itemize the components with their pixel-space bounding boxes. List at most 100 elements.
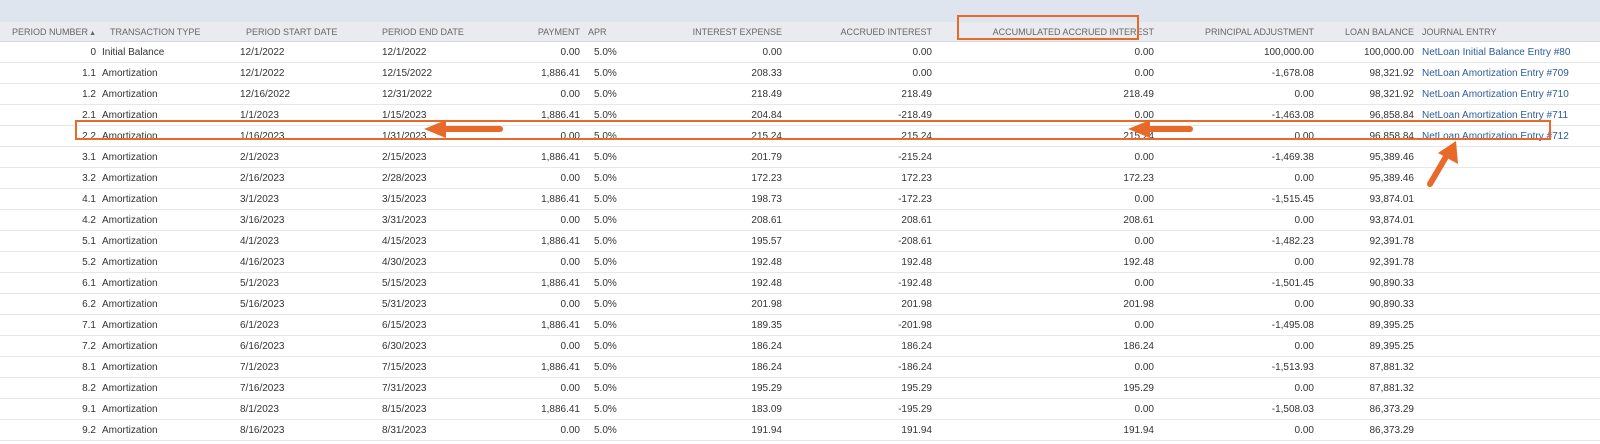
cell-loan-balance: 90,890.33 <box>1318 293 1418 315</box>
cell-interest-expense: 0.00 <box>634 41 786 63</box>
column-header-period-start-date[interactable]: PERIOD START DATE <box>240 22 378 42</box>
cell-principal-adjustment: -1,463.08 <box>1158 104 1318 126</box>
cell-transaction-type: Amortization <box>100 104 240 126</box>
journal-entry-link[interactable]: NetLoan Initial Balance Entry #80 <box>1418 41 1600 63</box>
cell-period-end-date: 8/15/2023 <box>378 398 498 420</box>
cell-payment: 1,886.41 <box>498 104 584 126</box>
cell-accrued-interest: 0.00 <box>786 41 936 63</box>
column-header-apr[interactable]: APR <box>584 22 634 42</box>
cell-principal-adjustment: 100,000.00 <box>1158 41 1318 63</box>
cell-accrued-interest: 195.29 <box>786 377 936 399</box>
cell-loan-balance: 100,000.00 <box>1318 41 1418 63</box>
table-row[interactable]: 7.1 Amortization 6/1/2023 6/15/2023 1,886.41… <box>0 314 1600 336</box>
table-row[interactable]: 4.2 Amortization 3/16/2023 3/31/2023 0.00 5.0… <box>0 209 1600 231</box>
cell-period-end-date: 8/31/2023 <box>378 419 498 441</box>
table-row[interactable]: 8.2 Amortization 7/16/2023 7/31/2023 0.00 5.0… <box>0 377 1600 399</box>
column-header-interest-expense[interactable]: INTEREST EXPENSE <box>634 22 786 42</box>
column-header-payment[interactable]: PAYMENT <box>498 22 584 42</box>
journal-entry-link[interactable]: NetLoan Amortization Entry #712 <box>1418 125 1600 147</box>
cell-accrued-interest: -186.24 <box>786 356 936 378</box>
cell-period-number: 6.1 <box>0 272 100 294</box>
table-row[interactable]: 2.1 Amortization 1/1/2023 1/15/2023 1,886.41… <box>0 104 1600 126</box>
cell-interest-expense: 198.73 <box>634 188 786 210</box>
cell-period-end-date: 7/31/2023 <box>378 377 498 399</box>
column-header-period-number[interactable]: PERIOD NUMBER▲ <box>0 22 100 42</box>
cell-transaction-type: Amortization <box>100 146 240 168</box>
table-row[interactable]: 7.2 Amortization 6/16/2023 6/30/2023 0.00 5.0… <box>0 335 1600 357</box>
cell-principal-adjustment: 0.00 <box>1158 335 1318 357</box>
table-row[interactable]: 6.1 Amortization 5/1/2023 5/15/2023 1,886.41… <box>0 272 1600 294</box>
journal-entry-link <box>1418 230 1600 252</box>
cell-accumulated-accrued-interest: 0.00 <box>936 230 1158 252</box>
table-row[interactable]: 1.1 Amortization 12/1/2022 12/15/2022 1,886.… <box>0 62 1600 84</box>
cell-accrued-interest: 192.48 <box>786 251 936 273</box>
cell-transaction-type: Amortization <box>100 314 240 336</box>
cell-apr: 5.0% <box>584 104 634 126</box>
cell-transaction-type: Amortization <box>100 83 240 105</box>
journal-entry-link <box>1418 293 1600 315</box>
table-row[interactable]: 9.2 Amortization 8/16/2023 8/31/2023 0.00 5.0… <box>0 419 1600 441</box>
sort-ascending-icon[interactable]: ▲ <box>89 30 96 37</box>
cell-period-end-date: 4/15/2023 <box>378 230 498 252</box>
journal-entry-link <box>1418 377 1600 399</box>
journal-entry-link <box>1418 146 1600 168</box>
table-row[interactable]: 0 Initial Balance 12/1/2022 12/1/2022 0.00 5.… <box>0 41 1600 63</box>
table-row[interactable]: 3.1 Amortization 2/1/2023 2/15/2023 1,886.41… <box>0 146 1600 168</box>
cell-principal-adjustment: -1,482.23 <box>1158 230 1318 252</box>
cell-transaction-type: Amortization <box>100 62 240 84</box>
cell-period-start-date: 12/1/2022 <box>240 62 378 84</box>
cell-period-end-date: 12/1/2022 <box>378 41 498 63</box>
column-header-period-end-date[interactable]: PERIOD END DATE <box>378 22 498 42</box>
cell-period-number: 9.1 <box>0 398 100 420</box>
cell-period-end-date: 5/15/2023 <box>378 272 498 294</box>
cell-accumulated-accrued-interest: 0.00 <box>936 272 1158 294</box>
column-header-journal-entry[interactable]: JOURNAL ENTRY <box>1418 22 1600 42</box>
journal-entry-link[interactable]: NetLoan Amortization Entry #710 <box>1418 83 1600 105</box>
cell-accrued-interest: -201.98 <box>786 314 936 336</box>
cell-period-number: 5.1 <box>0 230 100 252</box>
cell-apr: 5.0% <box>584 419 634 441</box>
column-header-principal-adjustment[interactable]: PRINCIPAL ADJUSTMENT <box>1158 22 1318 42</box>
cell-accrued-interest: -195.29 <box>786 398 936 420</box>
cell-payment: 0.00 <box>498 83 584 105</box>
cell-apr: 5.0% <box>584 335 634 357</box>
cell-principal-adjustment: -1,501.45 <box>1158 272 1318 294</box>
table-row[interactable]: 3.2 Amortization 2/16/2023 2/28/2023 0.00 5.0… <box>0 167 1600 189</box>
cell-period-start-date: 8/1/2023 <box>240 398 378 420</box>
column-header-loan-balance[interactable]: LOAN BALANCE <box>1318 22 1418 42</box>
cell-payment: 1,886.41 <box>498 314 584 336</box>
column-header-accrued-interest[interactable]: ACCRUED INTEREST <box>786 22 936 42</box>
cell-transaction-type: Amortization <box>100 293 240 315</box>
cell-loan-balance: 89,395.25 <box>1318 314 1418 336</box>
cell-interest-expense: 218.49 <box>634 83 786 105</box>
table-row[interactable]: 6.2 Amortization 5/16/2023 5/31/2023 0.00 5.0… <box>0 293 1600 315</box>
table-row[interactable]: 4.1 Amortization 3/1/2023 3/15/2023 1,886.41… <box>0 188 1600 210</box>
journal-entry-link[interactable]: NetLoan Amortization Entry #709 <box>1418 62 1600 84</box>
cell-period-start-date: 4/16/2023 <box>240 251 378 273</box>
cell-accrued-interest: -215.24 <box>786 146 936 168</box>
cell-payment: 0.00 <box>498 419 584 441</box>
cell-payment: 0.00 <box>498 335 584 357</box>
cell-period-number: 2.2 <box>0 125 100 147</box>
cell-period-number: 7.2 <box>0 335 100 357</box>
table-row[interactable]: 5.1 Amortization 4/1/2023 4/15/2023 1,886.41… <box>0 230 1600 252</box>
cell-apr: 5.0% <box>584 83 634 105</box>
table-row[interactable]: 5.2 Amortization 4/16/2023 4/30/2023 0.00 5.0… <box>0 251 1600 273</box>
table-row[interactable]: 2.2 Amortization 1/16/2023 1/31/2023 0.00 5.0… <box>0 125 1600 147</box>
cell-accrued-interest: 201.98 <box>786 293 936 315</box>
table-row[interactable]: 8.1 Amortization 7/1/2023 7/15/2023 1,886.41… <box>0 356 1600 378</box>
column-header-transaction-type[interactable]: TRANSACTION TYPE <box>100 22 240 42</box>
cell-loan-balance: 98,321.92 <box>1318 83 1418 105</box>
cell-principal-adjustment: 0.00 <box>1158 209 1318 231</box>
cell-period-start-date: 1/16/2023 <box>240 125 378 147</box>
cell-period-start-date: 2/1/2023 <box>240 146 378 168</box>
column-header-accumulated-accrued-interest[interactable]: ACCUMULATED ACCRUED INTEREST <box>936 22 1158 42</box>
journal-entry-link[interactable]: NetLoan Amortization Entry #711 <box>1418 104 1600 126</box>
cell-period-number: 3.1 <box>0 146 100 168</box>
cell-accrued-interest: 191.94 <box>786 419 936 441</box>
table-row[interactable]: 9.1 Amortization 8/1/2023 8/15/2023 1,886.41… <box>0 398 1600 420</box>
cell-period-end-date: 5/31/2023 <box>378 293 498 315</box>
cell-interest-expense: 189.35 <box>634 314 786 336</box>
cell-principal-adjustment: 0.00 <box>1158 83 1318 105</box>
table-row[interactable]: 1.2 Amortization 12/16/2022 12/31/2022 0.00 5… <box>0 83 1600 105</box>
